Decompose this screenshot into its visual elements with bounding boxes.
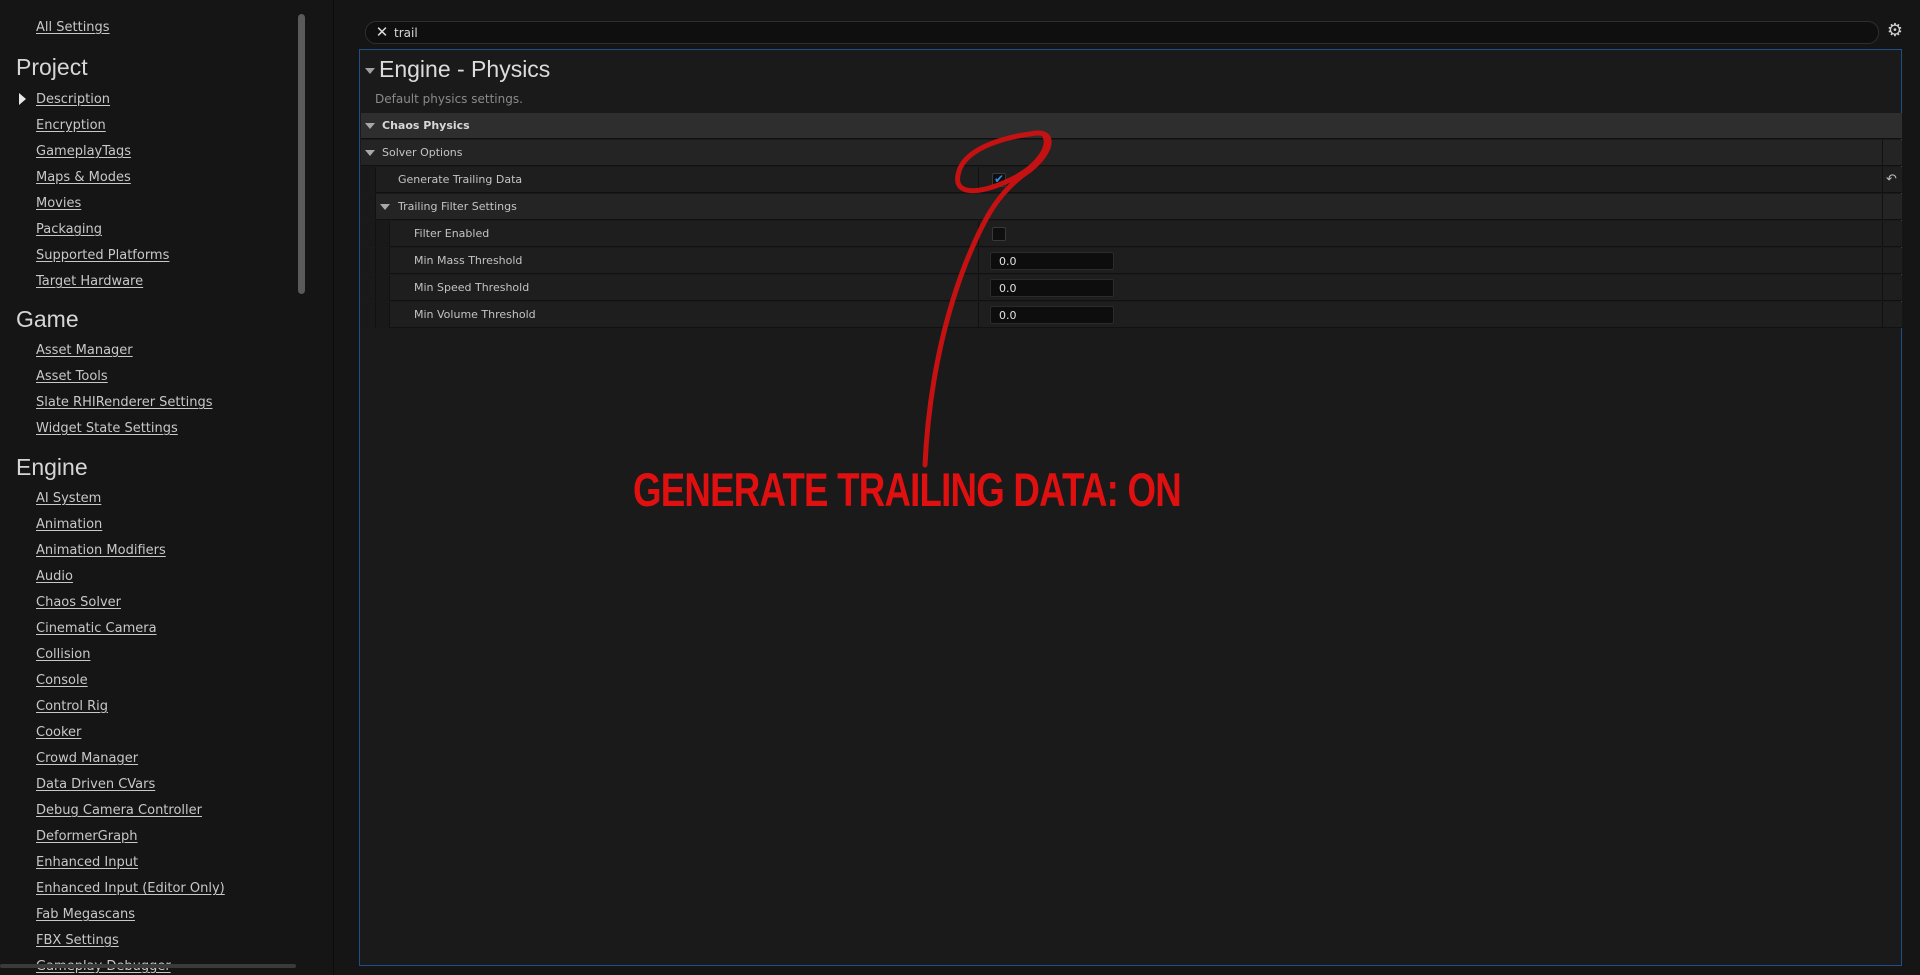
annotation-caption: GENERATE TRAILING DATA: ON xyxy=(633,463,1182,516)
annotation-circle-stroke xyxy=(922,130,1052,468)
